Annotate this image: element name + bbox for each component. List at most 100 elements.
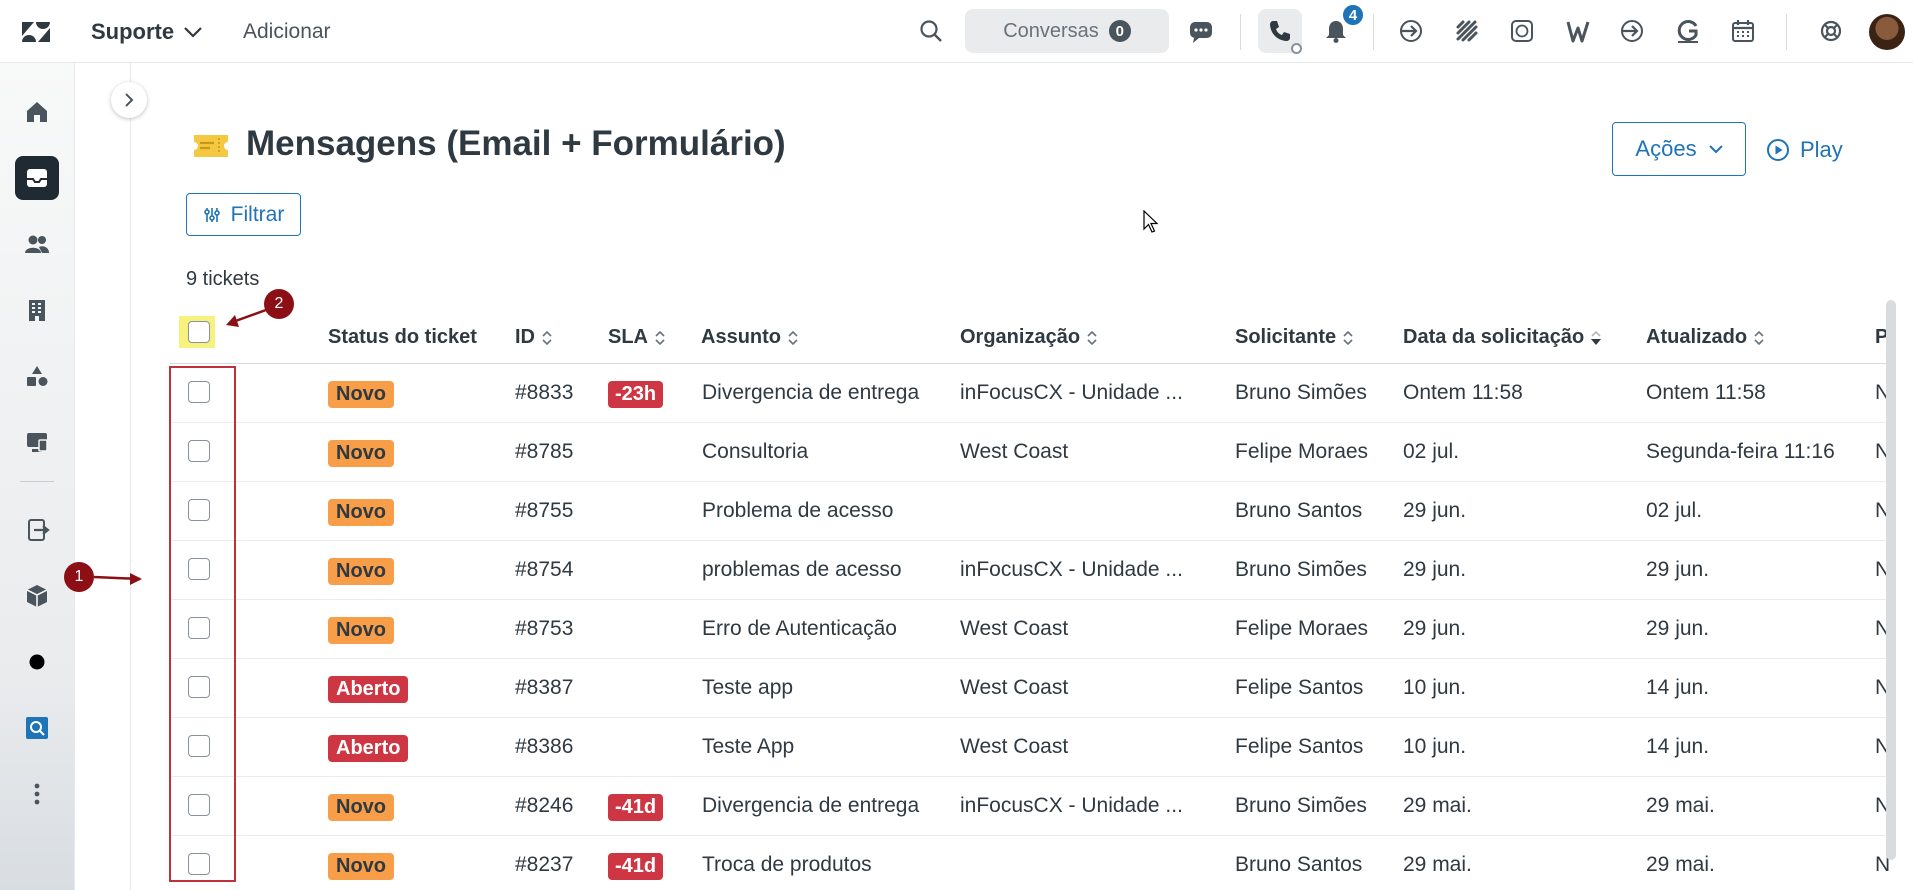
table-row[interactable]: Aberto #8387 Teste app West Coast Felipe San… [170, 659, 1890, 718]
column-header-requester[interactable]: Solicitante [1235, 326, 1354, 349]
ticket-requested-date: 10 jun. [1403, 676, 1467, 699]
actions-button[interactable]: Ações [1612, 122, 1746, 176]
column-header-updated[interactable]: Atualizado [1646, 326, 1765, 349]
ticket-subject[interactable]: Teste app [702, 676, 793, 700]
expand-sidebar-button[interactable] [111, 82, 147, 118]
ticket-subject[interactable]: Divergencia de entrega [702, 381, 919, 405]
conversations-button[interactable]: Conversas 0 [965, 9, 1169, 53]
column-header-label: Solicitante [1235, 326, 1337, 348]
annotation-marker-2: 2 [264, 289, 294, 319]
ticket-subject[interactable]: Erro de Autenticação [702, 617, 897, 641]
actions-label: Ações [1635, 136, 1697, 161]
app-grid-icon[interactable] [1450, 14, 1484, 48]
toolbar-divider [1240, 14, 1241, 50]
table-header: Status do ticket ID SLA Assunto Organiza… [170, 310, 1890, 364]
ticket-requester: Bruno Simões [1235, 558, 1367, 581]
ticket-count: 9 tickets [186, 268, 260, 290]
table-row[interactable]: Novo #8246 -41d Divergencia de entrega inFoc… [170, 777, 1890, 836]
chat-icon[interactable] [1184, 14, 1218, 48]
ticket-requested-date: 29 jun. [1403, 558, 1467, 581]
product-switcher[interactable]: Suporte [91, 19, 174, 45]
customers-icon[interactable] [15, 222, 59, 266]
column-header-id[interactable]: ID [515, 326, 553, 349]
column-header-label: Organização [960, 326, 1081, 348]
chevron-down-icon[interactable] [182, 22, 204, 42]
app-arrow-icon[interactable] [1394, 14, 1428, 48]
annotation-marker-1: 1 [64, 562, 94, 592]
ticket-subject[interactable]: Divergencia de entrega [702, 794, 919, 818]
admin-icon[interactable] [15, 420, 59, 464]
ticket-id: #8386 [515, 735, 574, 758]
zendesk-logo[interactable] [18, 14, 54, 50]
page-title: Mensagens (Email + Formulário) [246, 124, 786, 163]
app-arrow-2-icon[interactable] [1615, 14, 1649, 48]
play-button[interactable]: Play [1766, 132, 1843, 168]
grammarly-icon[interactable] [1671, 14, 1705, 48]
ticket-id: #8753 [515, 617, 574, 640]
avatar[interactable] [1869, 14, 1905, 50]
ticket-updated-date: 14 jun. [1646, 676, 1710, 699]
ticket-updated-date: Ontem 11:58 [1646, 381, 1766, 404]
status-badge: Novo [328, 794, 394, 821]
home-icon[interactable] [15, 90, 59, 134]
transfer-icon[interactable] [15, 508, 59, 552]
table-row[interactable]: Aberto #8386 Teste App West Coast Felipe San… [170, 718, 1890, 777]
search-icon[interactable] [914, 14, 948, 48]
organizations-icon[interactable] [15, 288, 59, 332]
add-button[interactable]: Adicionar [243, 20, 331, 44]
table-row[interactable]: Novo #8753 Erro de Autenticação West Coast F… [170, 600, 1890, 659]
app-icon[interactable] [15, 706, 59, 750]
more-icon[interactable] [15, 772, 59, 816]
ticket-subject[interactable]: Troca de produtos [702, 853, 872, 877]
chevron-right-icon [125, 93, 134, 107]
sort-icon [1754, 330, 1764, 345]
w-app-icon[interactable] [1561, 14, 1595, 48]
ticket-subject[interactable]: Teste App [702, 735, 794, 759]
column-header-requested[interactable]: Data da solicitação [1403, 326, 1602, 349]
ticket-subject[interactable]: Consultoria [702, 440, 808, 464]
help-icon[interactable] [1814, 14, 1848, 48]
chevron-down-icon [1708, 145, 1723, 154]
status-badge: Aberto [328, 735, 409, 762]
sliders-icon [203, 207, 220, 222]
whatsapp-icon[interactable] [1505, 14, 1539, 48]
ticket-organization: inFocusCX - Unidade ... [960, 794, 1183, 817]
conversations-label: Conversas [1003, 19, 1099, 42]
table-row[interactable]: Novo #8755 Problema de acesso Bruno Santos 2… [170, 482, 1890, 541]
table-row[interactable]: Novo #8237 -41d Troca de produtos Bruno Sant… [170, 836, 1890, 890]
ticket-requested-date: 02 jul. [1403, 440, 1460, 463]
box-icon[interactable] [15, 574, 59, 618]
sla-badge: -41d [608, 794, 664, 821]
ticket-subject[interactable]: problemas de acesso [702, 558, 902, 582]
reporting-icon[interactable] [15, 354, 59, 398]
ticket-organization: West Coast [960, 440, 1069, 463]
ticket-organization: West Coast [960, 676, 1069, 699]
left-nav [0, 63, 74, 890]
ticket-requester: Felipe Moraes [1235, 617, 1369, 640]
scrollbar[interactable] [1886, 300, 1896, 860]
views-icon[interactable] [15, 156, 59, 200]
sort-icon [542, 330, 552, 345]
column-header-subject[interactable]: Assunto [701, 326, 799, 349]
filter-button[interactable]: Filtrar [186, 193, 301, 236]
filter-label: Filtrar [230, 202, 285, 226]
ticket-requester: Bruno Simões [1235, 794, 1367, 817]
ticket-requested-date: 29 mai. [1403, 853, 1472, 876]
ticket-requested-date: 29 jun. [1403, 617, 1467, 640]
dot-icon[interactable] [15, 640, 59, 684]
column-header-sla[interactable]: SLA [608, 326, 666, 349]
column-header-status[interactable]: Status do ticket [328, 326, 477, 349]
table-row[interactable]: Novo #8833 -23h Divergencia de entrega inFoc… [170, 364, 1890, 423]
table-row[interactable]: Novo #8785 Consultoria West Coast Felipe Mor… [170, 423, 1890, 482]
column-header-label: Data da solicitação [1403, 326, 1585, 348]
play-icon [1767, 139, 1789, 161]
ticket-id: #8833 [515, 381, 574, 404]
column-header-organization[interactable]: Organização [960, 326, 1098, 349]
ticket-updated-date: Segunda-feira 11:16 [1646, 440, 1835, 463]
ticket-id: #8755 [515, 499, 574, 522]
calendar-icon[interactable] [1726, 14, 1760, 48]
toolbar-divider [1373, 14, 1374, 50]
status-badge: Novo [328, 440, 394, 467]
table-row[interactable]: Novo #8754 problemas de acesso inFocusCX - … [170, 541, 1890, 600]
ticket-subject[interactable]: Problema de acesso [702, 499, 893, 523]
